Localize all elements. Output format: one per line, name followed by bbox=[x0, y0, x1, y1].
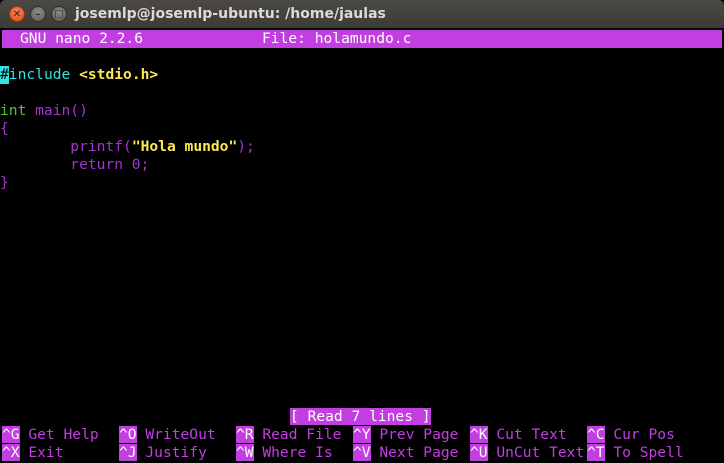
shortcut-label: Cut Text bbox=[487, 426, 567, 443]
shortcut-get-help[interactable]: ^G Get Help bbox=[2, 426, 99, 444]
nano-header-bar: GNU nano 2.2.6 File: holamundo.c bbox=[2, 30, 722, 48]
call-end: ); bbox=[237, 138, 255, 155]
preprocessor-keyword: include bbox=[8, 66, 71, 83]
shortcut-label: WriteOut bbox=[136, 426, 216, 443]
editor-line-3: int main() bbox=[0, 102, 88, 120]
editor-line-5: printf("Hola mundo"); bbox=[0, 138, 255, 156]
include-header: <stdio.h> bbox=[79, 66, 159, 83]
close-icon[interactable]: ✕ bbox=[9, 6, 25, 22]
shortcut-to-spell[interactable]: ^T To Spell bbox=[587, 444, 684, 462]
window-titlebar: ✕ – □ josemlp@josemlp-ubuntu: /home/jaul… bbox=[0, 0, 724, 28]
nano-version: GNU nano 2.2.6 bbox=[20, 30, 144, 47]
shortcut-writeout[interactable]: ^O WriteOut bbox=[119, 426, 216, 444]
function-signature: main() bbox=[26, 102, 88, 119]
shortcut-label: Read File bbox=[253, 426, 342, 443]
shortcut-key: ^Y bbox=[353, 426, 371, 443]
shortcut-key: ^R bbox=[236, 426, 254, 443]
minimize-icon[interactable]: – bbox=[30, 6, 46, 22]
shortcut-cur-pos[interactable]: ^C Cur Pos bbox=[587, 426, 675, 444]
function-call: printf( bbox=[70, 138, 132, 155]
shortcut-next-page[interactable]: ^V Next Page bbox=[353, 444, 458, 462]
shortcut-key: ^J bbox=[119, 444, 137, 461]
shortcut-prev-page[interactable]: ^Y Prev Page bbox=[353, 426, 458, 444]
shortcut-read-file[interactable]: ^R Read File bbox=[236, 426, 341, 444]
shortcut-key: ^W bbox=[236, 444, 254, 461]
editor-line-4: { bbox=[0, 120, 9, 137]
return-statement: return 0; bbox=[70, 156, 150, 173]
shortcut-key: ^G bbox=[2, 426, 20, 443]
text-cursor: # bbox=[0, 66, 9, 84]
shortcut-key: ^V bbox=[353, 444, 371, 461]
shortcut-label: Cur Pos bbox=[604, 426, 675, 443]
shortcut-label: Where Is bbox=[253, 444, 333, 461]
shortcut-justify[interactable]: ^J Justify bbox=[119, 444, 207, 462]
shortcut-exit[interactable]: ^X Exit bbox=[2, 444, 64, 462]
maximize-icon[interactable]: □ bbox=[51, 6, 67, 22]
shortcut-label: Exit bbox=[19, 444, 64, 461]
status-message: [ Read 7 lines ] bbox=[290, 408, 431, 425]
shortcut-key: ^O bbox=[119, 426, 137, 443]
shortcut-cut-text[interactable]: ^K Cut Text bbox=[470, 426, 567, 444]
shortcut-uncut-text[interactable]: ^U UnCut Text bbox=[470, 444, 584, 462]
shortcut-key: ^X bbox=[2, 444, 20, 461]
shortcut-key: ^C bbox=[587, 426, 605, 443]
string-literal: "Hola mundo" bbox=[131, 138, 238, 155]
editor-line-7: } bbox=[0, 174, 9, 191]
shortcut-label: Justify bbox=[136, 444, 207, 461]
terminal-area[interactable]: GNU nano 2.2.6 File: holamundo.c #includ… bbox=[0, 28, 724, 463]
type-keyword: int bbox=[0, 102, 27, 119]
shortcut-label: Get Help bbox=[19, 426, 99, 443]
shortcut-key: ^U bbox=[470, 444, 488, 461]
shortcut-label: Prev Page bbox=[370, 426, 459, 443]
shortcut-key: ^T bbox=[587, 444, 605, 461]
nano-filename: File: holamundo.c bbox=[262, 30, 412, 47]
editor-line-1: #include <stdio.h> bbox=[0, 66, 158, 84]
window-title: josemlp@josemlp-ubuntu: /home/jaulas bbox=[75, 6, 386, 22]
shortcut-label: To Spell bbox=[604, 444, 684, 461]
shortcut-label: UnCut Text bbox=[487, 444, 585, 461]
shortcut-where-is[interactable]: ^W Where Is bbox=[236, 444, 333, 462]
editor-line-6: return 0; bbox=[0, 156, 149, 174]
shortcut-key: ^K bbox=[470, 426, 488, 443]
shortcut-label: Next Page bbox=[370, 444, 459, 461]
